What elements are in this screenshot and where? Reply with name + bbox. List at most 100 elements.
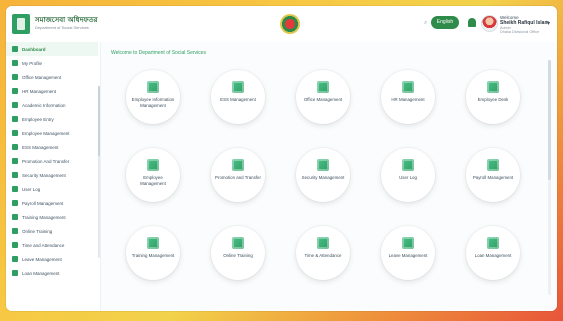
module-card-employee-information-management[interactable]: Employee Information Management xyxy=(126,70,180,124)
sidebar-item-promotion-transfer[interactable]: Promotion And Transfer xyxy=(6,154,98,168)
sidebar-item-leave-management[interactable]: Leave Management xyxy=(6,252,98,266)
leave-icon xyxy=(12,256,18,262)
app-logo-icon[interactable] xyxy=(12,14,30,34)
user-office: Dhaka Divisional Office xyxy=(500,30,540,34)
sidebar-item-employee-entry[interactable]: Employee Entry xyxy=(6,112,98,126)
sidebar-item-label: Office Management xyxy=(22,74,62,80)
sidebar-item-online-training[interactable]: Online Training xyxy=(6,224,98,238)
module-card-label: Loan Management xyxy=(474,253,512,258)
promotion-icon xyxy=(12,158,18,164)
module-card-user-log[interactable]: User Log xyxy=(381,148,435,202)
shield-icon xyxy=(12,172,18,178)
module-card-employee-management[interactable]: Employee Management xyxy=(126,148,180,202)
shield-icon xyxy=(317,159,329,171)
sidebar-item-label: Online Training xyxy=(22,228,53,234)
employee-desk-icon xyxy=(487,81,499,93)
ess-icon xyxy=(232,81,244,93)
module-card-label: User Log xyxy=(399,175,417,180)
sidebar-item-label: Promotion And Transfer xyxy=(22,158,70,164)
sidebar-item-ess-management[interactable]: ESS Management xyxy=(6,140,98,154)
sidebar-item-time-attendance[interactable]: Time and Attendance xyxy=(6,238,98,252)
employee-management-icon xyxy=(147,159,159,171)
online-training-icon xyxy=(232,237,244,249)
module-card-promotion-transfer[interactable]: Promotion and Transfer xyxy=(211,148,265,202)
module-card-online-training[interactable]: Online Training xyxy=(211,226,265,280)
sidebar-scrollbar-thumb[interactable] xyxy=(98,86,100,156)
module-card-label: Employee Management xyxy=(140,175,166,186)
search-icon[interactable]: ⌕ xyxy=(424,20,427,27)
chevron-down-icon[interactable]: ▾ xyxy=(547,20,550,27)
payroll-icon xyxy=(12,200,18,206)
sidebar-item-training-management[interactable]: Training Management xyxy=(6,210,98,224)
sidebar-item-label: ESS Management xyxy=(22,144,59,150)
log-icon xyxy=(12,186,18,192)
online-training-icon xyxy=(12,228,18,234)
user-icon xyxy=(12,60,18,66)
sidebar-item-academic-information[interactable]: Academic Information xyxy=(6,98,98,112)
module-card-label: Employee Information Management xyxy=(131,97,175,108)
main-scrollbar-thumb[interactable] xyxy=(548,60,551,180)
office-icon xyxy=(317,81,329,93)
sidebar-item-loan-management[interactable]: Loan Management xyxy=(6,266,98,280)
payroll-icon xyxy=(487,159,499,171)
academic-icon xyxy=(12,102,18,108)
module-card-office-management[interactable]: Office Management xyxy=(296,70,350,124)
sidebar-item-employee-management[interactable]: Employee Management xyxy=(6,126,98,140)
module-card-security-management[interactable]: Security Management xyxy=(296,148,350,202)
sidebar: Dashboard My Profile Office Management H… xyxy=(6,42,101,311)
sidebar-item-label: Employee Management xyxy=(22,130,70,136)
module-card-label: ESS Management xyxy=(220,97,256,102)
sidebar-item-my-profile[interactable]: My Profile xyxy=(6,56,98,70)
leave-icon xyxy=(402,237,414,249)
clock-icon xyxy=(317,237,329,249)
module-card-hr-management[interactable]: HR Management xyxy=(381,70,435,124)
module-card-label: Training Management xyxy=(131,253,175,258)
language-toggle-button[interactable]: English xyxy=(431,16,459,29)
log-icon xyxy=(402,159,414,171)
sidebar-item-dashboard[interactable]: Dashboard xyxy=(6,42,98,56)
employee-info-icon xyxy=(147,81,159,93)
module-card-employee-desk[interactable]: Employee Desk xyxy=(466,70,520,124)
module-card-loan-management[interactable]: Loan Management xyxy=(466,226,520,280)
sidebar-item-label: HR Management xyxy=(22,88,57,94)
module-card-label: Time & Attendance xyxy=(304,253,342,258)
module-card-label: Security Management xyxy=(301,175,345,180)
employee-management-icon xyxy=(12,130,18,136)
module-card-label: Leave Management xyxy=(388,253,428,258)
promotion-icon xyxy=(232,159,244,171)
sidebar-item-hr-management[interactable]: HR Management xyxy=(6,84,98,98)
main-scrollbar[interactable] xyxy=(548,60,551,295)
module-card-label: Office Management xyxy=(303,97,343,102)
top-header: সমাজসেবা অধিদফতর Department of Social Se… xyxy=(6,6,557,43)
employee-entry-icon xyxy=(12,116,18,122)
sidebar-item-label: Payroll Management xyxy=(22,200,64,206)
avatar[interactable] xyxy=(481,15,498,32)
sidebar-item-label: Dashboard xyxy=(22,46,46,52)
sidebar-item-payroll-management[interactable]: Payroll Management xyxy=(6,196,98,210)
loan-icon xyxy=(12,270,18,276)
sidebar-scrollbar[interactable] xyxy=(98,86,100,258)
module-card-leave-management[interactable]: Leave Management xyxy=(381,226,435,280)
module-card-training-management[interactable]: Training Management xyxy=(126,226,180,280)
sidebar-item-label: Time and Attendance xyxy=(22,242,65,248)
training-icon xyxy=(147,237,159,249)
sidebar-item-security-management[interactable]: Security Management xyxy=(6,168,98,182)
sidebar-item-label: Loan Management xyxy=(22,270,60,276)
sidebar-item-label: Security Management xyxy=(22,172,66,178)
sidebar-item-label: Employee Entry xyxy=(22,116,54,122)
sidebar-item-user-log[interactable]: User Log xyxy=(6,182,98,196)
module-card-payroll-management[interactable]: Payroll Management xyxy=(466,148,520,202)
dashboard-icon xyxy=(12,46,18,52)
sidebar-item-office-management[interactable]: Office Management xyxy=(6,70,98,84)
welcome-text: Welcome to Department of Social Services xyxy=(111,50,206,56)
sidebar-item-label: User Log xyxy=(22,186,41,192)
module-card-label: HR Management xyxy=(391,97,425,102)
loan-icon xyxy=(487,237,499,249)
module-card-label: Online Training xyxy=(223,253,253,258)
module-card-ess-management[interactable]: ESS Management xyxy=(211,70,265,124)
main-content: Welcome to Department of Social Services… xyxy=(101,42,557,311)
hr-icon xyxy=(402,81,414,93)
module-card-time-attendance[interactable]: Time & Attendance xyxy=(296,226,350,280)
sidebar-item-label: My Profile xyxy=(22,60,43,66)
bell-icon[interactable] xyxy=(468,18,476,27)
